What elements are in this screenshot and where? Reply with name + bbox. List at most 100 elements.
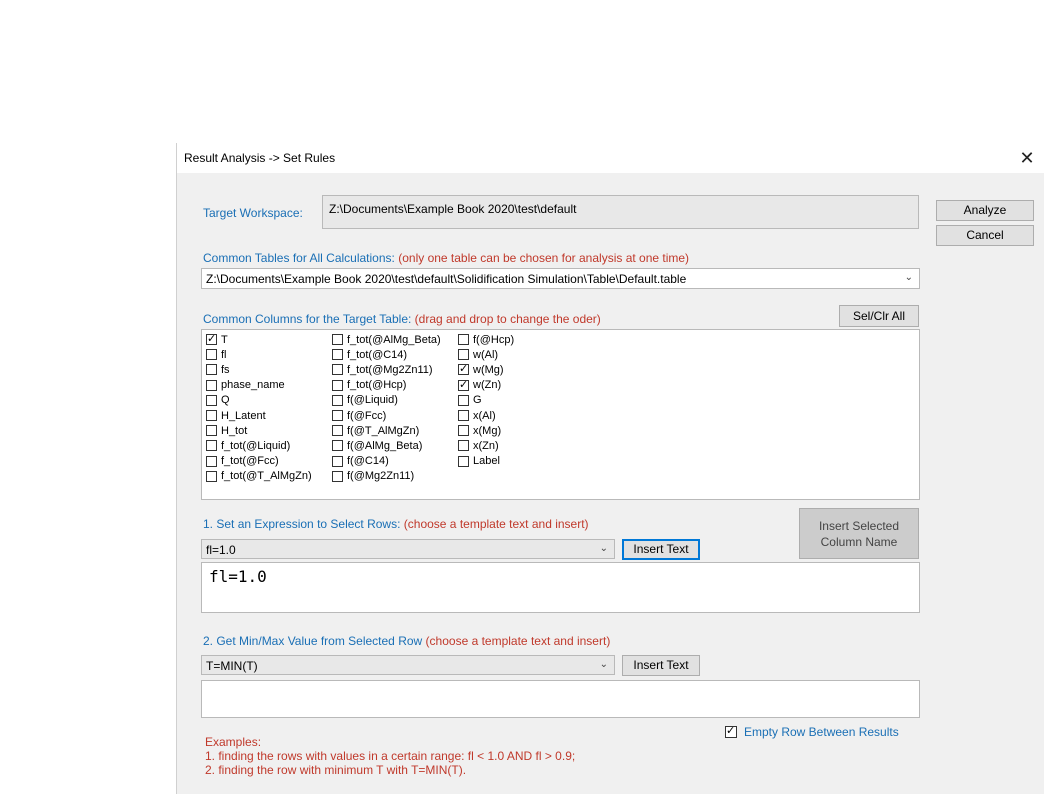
column-checkbox[interactable] [458, 455, 469, 467]
column-checkbox[interactable] [332, 334, 343, 345]
column-checkbox[interactable] [458, 410, 469, 421]
column-checkbox[interactable] [332, 364, 343, 376]
examples-block: Examples: 1. finding the rows with value… [205, 735, 575, 777]
column-option-label: f(@Hcp) [473, 333, 515, 346]
column-option-label: f_tot(@Fcc) [221, 455, 279, 468]
column-option[interactable]: T [206, 332, 228, 347]
empty-row-checkbox[interactable] [725, 724, 737, 738]
column-option[interactable]: Q [206, 393, 230, 408]
column-checkbox[interactable] [206, 379, 217, 391]
table-select[interactable]: Z:\Documents\Example Book 2020\test\defa… [201, 268, 920, 289]
column-checkbox[interactable] [206, 410, 217, 421]
column-option-label: f_tot(@C14) [347, 348, 408, 361]
column-option[interactable]: w(Mg) [458, 362, 504, 377]
column-option[interactable]: f_tot(@Hcp) [332, 378, 406, 393]
column-option-label: H_Latent [221, 409, 266, 422]
step1-expression-input[interactable]: fl=1.0 [201, 562, 920, 613]
column-option[interactable]: f(@Fcc) [332, 408, 386, 423]
column-checkbox[interactable] [458, 334, 469, 345]
column-checkbox[interactable] [332, 394, 343, 406]
insert-selected-line1: Insert Selected [818, 519, 900, 533]
column-option[interactable]: H_tot [206, 423, 247, 438]
column-checkbox[interactable] [332, 455, 343, 467]
insert-text-button-1[interactable]: Insert Text [622, 539, 700, 560]
column-option-label: H_tot [221, 424, 248, 437]
column-option-label: T [221, 333, 228, 346]
column-option-label: x(Mg) [473, 424, 502, 437]
column-option[interactable]: f(@Mg2Zn11) [332, 469, 414, 484]
column-checkbox[interactable] [206, 394, 217, 406]
column-checkbox[interactable] [332, 440, 343, 452]
column-checkbox[interactable] [458, 425, 469, 437]
empty-row-option[interactable]: Empty Row Between Results [725, 724, 899, 739]
column-option[interactable]: f(@T_AlMgZn) [332, 423, 419, 438]
column-option[interactable]: w(Al) [458, 347, 498, 362]
column-option[interactable]: H_Latent [206, 408, 266, 423]
column-option-label: f_tot(@Liquid) [221, 439, 291, 452]
column-option-label: f_tot(@Hcp) [347, 379, 407, 392]
step2-expression-input[interactable] [201, 680, 920, 718]
column-option[interactable]: f(@Hcp) [458, 332, 514, 347]
sel-clr-all-button[interactable]: Sel/Clr All [839, 305, 919, 327]
column-option[interactable]: f(@Liquid) [332, 393, 398, 408]
column-checkbox[interactable] [332, 470, 343, 482]
column-option-label: phase_name [221, 379, 285, 392]
step1-expression-text: fl=1.0 [209, 567, 267, 586]
title-bar: Result Analysis -> Set Rules ✕ [177, 143, 1044, 173]
column-checkbox[interactable] [332, 410, 343, 421]
set-rules-dialog: Result Analysis -> Set Rules ✕ Target Wo… [176, 143, 1044, 794]
column-option-label: Q [221, 394, 230, 407]
column-option[interactable]: f_tot(@Mg2Zn11) [332, 362, 433, 377]
column-checkbox[interactable] [458, 378, 469, 391]
column-option[interactable]: x(Mg) [458, 423, 501, 438]
column-checkbox[interactable] [458, 349, 469, 361]
column-option-label: f(@T_AlMgZn) [347, 424, 420, 437]
columns-label: Common Columns for the Target Table: [203, 312, 412, 326]
column-checkbox[interactable] [458, 440, 469, 452]
chevron-down-icon: ⌄ [904, 272, 913, 283]
close-icon[interactable]: ✕ [1013, 146, 1041, 170]
column-checkbox[interactable] [206, 349, 217, 361]
step1-label-row: 1. Set an Expression to Select Rows: (ch… [203, 517, 589, 531]
column-checkbox[interactable] [332, 349, 343, 361]
column-option[interactable]: f_tot(@Liquid) [206, 438, 290, 453]
column-option[interactable]: x(Zn) [458, 438, 499, 453]
step2-template-value: T=MIN(T) [206, 659, 258, 673]
cancel-button[interactable]: Cancel [936, 225, 1034, 246]
column-option[interactable]: f(@C14) [332, 454, 389, 469]
column-option[interactable]: w(Zn) [458, 378, 501, 393]
column-option[interactable]: f_tot(@T_AlMgZn) [206, 469, 312, 484]
column-checkbox[interactable] [458, 362, 469, 376]
column-option[interactable]: Label [458, 454, 500, 469]
step1-template-select[interactable]: fl=1.0 ⌄ [201, 539, 615, 559]
step2-template-select[interactable]: T=MIN(T) ⌄ [201, 655, 615, 675]
column-option-label: f(@C14) [347, 455, 389, 468]
column-checkbox[interactable] [332, 379, 343, 391]
columns-checklist[interactable]: Tfl fs phase_name Q H_Latent H_tot f_tot(@Liqu… [201, 329, 920, 500]
column-checkbox[interactable] [206, 455, 217, 467]
column-option[interactable]: G [458, 393, 482, 408]
column-checkbox[interactable] [332, 425, 343, 437]
column-option[interactable]: fs [206, 362, 230, 377]
column-checkbox[interactable] [206, 425, 217, 437]
column-checkbox[interactable] [206, 470, 217, 482]
columns-label-row: Common Columns for the Target Table: (dr… [203, 312, 601, 326]
tables-label-row: Common Tables for All Calculations: (onl… [203, 251, 689, 265]
column-checkbox[interactable] [458, 394, 469, 406]
analyze-button[interactable]: Analyze [936, 200, 1034, 221]
column-checkbox[interactable] [206, 440, 217, 452]
column-option[interactable]: phase_name [206, 378, 285, 393]
column-option[interactable]: f_tot(@C14) [332, 347, 407, 362]
columns-note: (drag and drop to change the oder) [414, 312, 601, 326]
insert-text-button-2[interactable]: Insert Text [622, 655, 700, 676]
column-option[interactable]: x(Al) [458, 408, 496, 423]
column-option[interactable]: fl [206, 347, 227, 362]
insert-selected-column-name-button[interactable]: Insert Selected Column Name [799, 508, 919, 559]
column-option[interactable]: f_tot(@AlMg_Beta) [332, 332, 441, 347]
column-checkbox[interactable] [206, 332, 217, 345]
column-option-label: f(@Fcc) [347, 409, 387, 422]
column-option[interactable]: f_tot(@Fcc) [206, 454, 279, 469]
step2-label: 2. Get Min/Max Value from Selected Row [203, 634, 423, 648]
column-option[interactable]: f(@AlMg_Beta) [332, 438, 422, 453]
column-checkbox[interactable] [206, 364, 217, 376]
